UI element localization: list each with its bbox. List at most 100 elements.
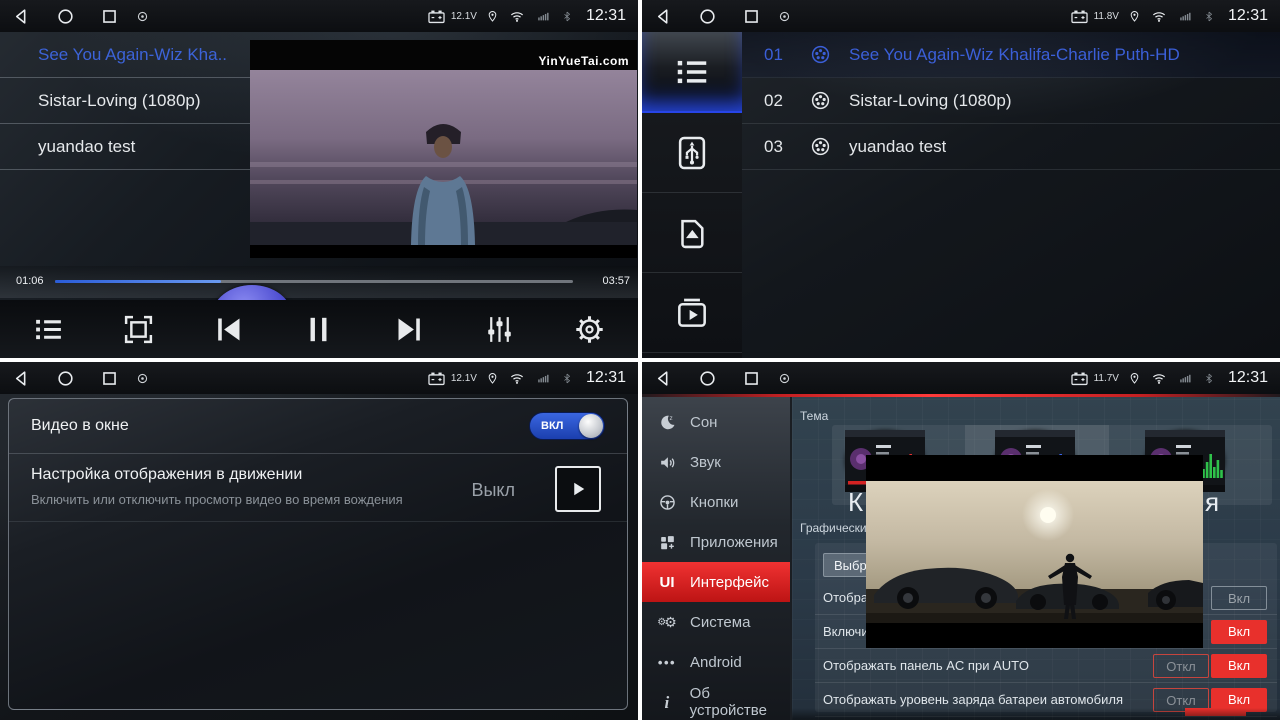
video-in-window-toggle[interactable]: ВКЛ bbox=[529, 412, 605, 440]
off-button[interactable]: Откл bbox=[1153, 654, 1209, 678]
track-number: 03 bbox=[764, 137, 810, 157]
screenshot-icon[interactable] bbox=[778, 10, 791, 23]
battery-icon bbox=[1070, 369, 1089, 388]
aspect-ratio-button[interactable] bbox=[122, 313, 155, 346]
playlist-item[interactable]: yuandao test bbox=[0, 124, 250, 170]
wifi-icon bbox=[1150, 371, 1168, 386]
wifi-icon bbox=[508, 9, 526, 24]
playlist: See You Again-Wiz Kha.. Sistar-Loving (1… bbox=[0, 32, 250, 170]
screenshot-icon[interactable] bbox=[136, 10, 149, 23]
tab-video[interactable] bbox=[642, 273, 742, 353]
seek-bar[interactable] bbox=[55, 280, 573, 283]
floating-video-window[interactable] bbox=[866, 455, 1203, 648]
pause-button[interactable] bbox=[302, 313, 335, 346]
tab-usb[interactable] bbox=[642, 113, 742, 193]
elapsed-time: 01:06 bbox=[16, 275, 44, 287]
bluetooth-icon bbox=[1203, 371, 1215, 386]
sidebar-item-buttons[interactable]: Кнопки bbox=[642, 482, 790, 522]
on-button[interactable]: Вкл bbox=[1211, 654, 1267, 678]
sidebar-item-interface[interactable]: UI Интерфейс bbox=[642, 562, 790, 602]
list-item[interactable]: 01 See You Again-Wiz Khalifa-Charlie Put… bbox=[742, 32, 1280, 78]
list-item[interactable]: 02 Sistar-Loving (1080p) bbox=[742, 78, 1280, 124]
settings-button[interactable] bbox=[573, 313, 606, 346]
sidebar-item-system[interactable]: ⚙⚙ Система bbox=[642, 602, 790, 642]
equalizer-button[interactable] bbox=[483, 313, 516, 346]
on-button[interactable]: Вкл bbox=[1211, 688, 1267, 712]
theme-name-fragment: я bbox=[1205, 487, 1219, 518]
speaker-icon bbox=[655, 453, 679, 472]
bluetooth-icon bbox=[561, 9, 573, 24]
list-item[interactable]: 03 yuandao test bbox=[742, 124, 1280, 170]
setting-row: Отображать уровень заряда батареи автомо… bbox=[815, 683, 1277, 717]
track-number: 02 bbox=[764, 91, 810, 111]
recents-button[interactable] bbox=[100, 369, 119, 388]
red-accent-line bbox=[642, 394, 1280, 397]
next-button[interactable] bbox=[393, 313, 426, 346]
recents-button[interactable] bbox=[742, 369, 761, 388]
duration-time: 03:57 bbox=[602, 275, 630, 287]
sidebar-item-label: Приложения bbox=[690, 534, 778, 551]
playlist-item[interactable]: See You Again-Wiz Kha.. bbox=[0, 32, 250, 78]
tab-playlist[interactable] bbox=[642, 32, 742, 113]
back-button[interactable] bbox=[654, 7, 673, 26]
sidebar-item-label: Звук bbox=[690, 454, 721, 471]
off-button[interactable]: Откл bbox=[1153, 688, 1209, 712]
steering-wheel-icon bbox=[655, 493, 679, 512]
track-title: yuandao test bbox=[849, 137, 946, 157]
toggle-label: ВКЛ bbox=[541, 413, 563, 439]
playlist-browser-screen: 11.8V 12:31 01 See You Again-Wiz Khalifa… bbox=[642, 0, 1280, 358]
location-icon bbox=[486, 9, 499, 24]
video-player-screen: 12.1V 12:31 See You Again-Wiz Kha.. Sist… bbox=[0, 0, 638, 358]
on-button[interactable]: Вкл bbox=[1211, 586, 1267, 610]
home-button[interactable] bbox=[56, 369, 75, 388]
setting-title: Видео в окне bbox=[31, 417, 129, 435]
home-button[interactable] bbox=[698, 369, 717, 388]
playlist-item-title: See You Again-Wiz Kha.. bbox=[38, 45, 227, 64]
screenshot-icon[interactable] bbox=[778, 372, 791, 385]
on-button[interactable]: Вкл bbox=[1211, 620, 1267, 644]
signal-icon bbox=[1177, 9, 1194, 23]
screenshot-icon[interactable] bbox=[136, 372, 149, 385]
sidebar-item-label: Система bbox=[690, 614, 750, 631]
tab-sdcard[interactable] bbox=[642, 193, 742, 273]
battery-icon bbox=[1070, 7, 1089, 26]
battery-icon bbox=[427, 369, 446, 388]
playlist-item[interactable]: Sistar-Loving (1080p) bbox=[0, 78, 250, 124]
motion-setting-play-button[interactable] bbox=[555, 466, 601, 512]
video-letterbox-top bbox=[866, 455, 1203, 481]
back-button[interactable] bbox=[12, 369, 31, 388]
previous-button[interactable] bbox=[212, 313, 245, 346]
recents-button[interactable] bbox=[100, 7, 119, 26]
sd-card-icon bbox=[673, 214, 711, 252]
setting-row-motion-display[interactable]: Настройка отображения в движении Включит… bbox=[9, 454, 627, 522]
clock: 12:31 bbox=[586, 7, 626, 25]
player-controls bbox=[0, 300, 638, 358]
sidebar-item-android[interactable]: ••• Android bbox=[642, 642, 790, 682]
sidebar-item-sound[interactable]: Звук bbox=[642, 442, 790, 482]
video-thumbnail[interactable]: YinYueTai.com bbox=[250, 40, 637, 258]
recents-button[interactable] bbox=[742, 7, 761, 26]
toggle-knob[interactable] bbox=[579, 414, 603, 438]
sidebar-item-apps[interactable]: Приложения bbox=[642, 522, 790, 562]
location-icon bbox=[1128, 371, 1141, 386]
theme-name-fragment: К bbox=[848, 487, 863, 518]
battery-voltage: 11.7V bbox=[1094, 373, 1119, 384]
home-button[interactable] bbox=[56, 7, 75, 26]
sidebar-item-label: Кнопки bbox=[690, 494, 738, 511]
video-list: 01 See You Again-Wiz Khalifa-Charlie Put… bbox=[742, 32, 1280, 170]
track-title: Sistar-Loving (1080p) bbox=[849, 91, 1012, 111]
track-number: 01 bbox=[764, 45, 810, 65]
battery-voltage: 12.1V bbox=[451, 373, 477, 384]
back-button[interactable] bbox=[654, 369, 673, 388]
settings-panel: Видео в окне ВКЛ Настройка отображения в… bbox=[8, 398, 628, 710]
home-button[interactable] bbox=[698, 7, 717, 26]
dots-icon: ••• bbox=[655, 655, 679, 670]
usb-icon bbox=[673, 134, 711, 172]
sidebar-item-about[interactable]: i Об устройстве bbox=[642, 682, 790, 720]
back-button[interactable] bbox=[12, 7, 31, 26]
settings-sidebar: z Сон Звук Кнопки Приложения UI Интерфей… bbox=[642, 397, 790, 720]
status-bar: 11.7V 12:31 bbox=[642, 362, 1280, 394]
ui-settings-screen: 11.7V 12:31 z Сон Звук Кнопки bbox=[642, 362, 1280, 720]
playlist-button[interactable] bbox=[32, 313, 65, 346]
sidebar-item-sleep[interactable]: z Сон bbox=[642, 402, 790, 442]
